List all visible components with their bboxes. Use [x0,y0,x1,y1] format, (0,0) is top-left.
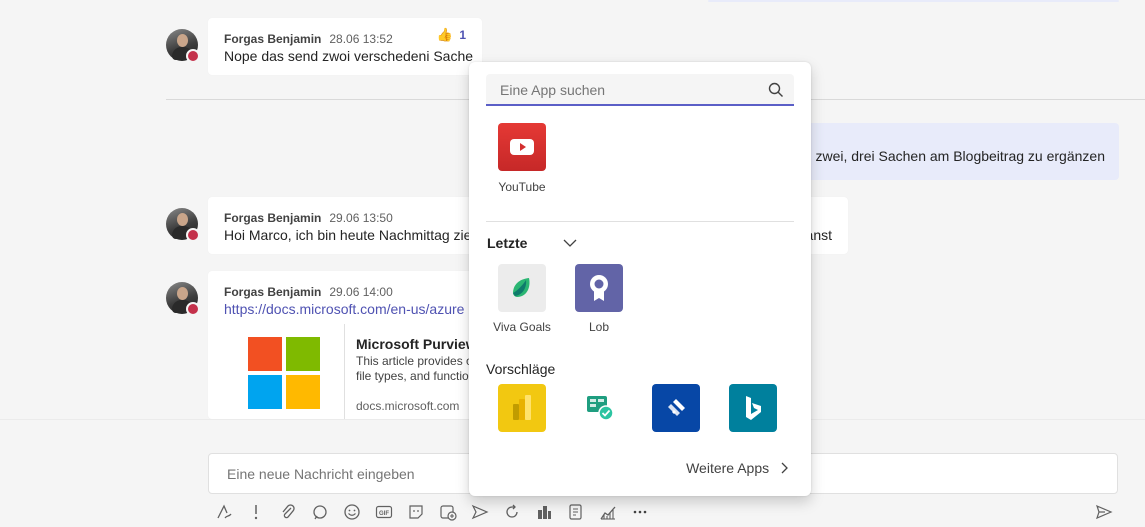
app-thumbs-icon[interactable] [534,503,554,523]
preview-title: Microsoft Purview [356,336,477,352]
approvals-icon[interactable] [575,384,623,432]
notes-icon[interactable] [566,503,586,523]
busy-status-icon [186,302,200,316]
preview-description-1: This article provides o [356,354,473,368]
busy-status-icon [186,228,200,242]
message-time: 29.06 14:00 [329,285,393,299]
message-author: Forgas Benjamin [224,211,322,225]
message-author: Forgas Benjamin [224,285,322,299]
app-picker-popup: YouTube Letzte Viva Goals Lob Vorschläge… [469,62,811,496]
chart-icon[interactable] [598,503,618,523]
message-bubble[interactable]: Forgas Benjamin 28.06 13:52 👍 1 Nope das … [208,18,482,75]
busy-status-icon [186,49,200,63]
app-search-box[interactable] [486,74,794,106]
link-preview-card[interactable]: Microsoft Purview This article provides … [224,324,508,419]
message-author: Forgas Benjamin [224,32,322,46]
reaction[interactable]: 👍 1 [437,27,466,43]
self-message-text: h zwei, drei Sachen am Blogbeitrag zu er… [803,148,1105,164]
preview-description-2: file types, and functio [356,369,469,383]
self-message-top-fragment [708,0,1119,2]
send-icon[interactable] [1094,503,1114,523]
important-icon[interactable] [246,503,266,523]
suggestions-section-title: Vorschläge [486,361,556,377]
send-praise-icon[interactable] [470,503,490,523]
viva-goals-icon[interactable] [498,264,546,312]
microsoft-logo-icon [248,337,320,409]
format-icon[interactable] [214,503,234,523]
message-input[interactable] [225,465,469,483]
preview-domain: docs.microsoft.com [356,399,460,413]
chevron-down-icon[interactable] [563,238,577,248]
svg-text:GIF: GIF [379,511,389,517]
more-apps-link[interactable]: Weitere Apps [686,460,789,476]
recent-section-title[interactable]: Letzte [487,235,577,251]
schedule-meeting-icon[interactable] [438,503,458,523]
avatar[interactable] [166,282,200,316]
message-time: 28.06 13:52 [329,32,393,46]
app-label-youtube: YouTube [498,180,546,194]
app-label-lob: Lob [588,320,610,334]
jira-icon[interactable] [652,384,700,432]
loop-icon[interactable] [310,503,330,523]
thumbs-up-icon: 👍 [436,27,453,42]
sticker-icon[interactable] [406,503,426,523]
gif-icon[interactable]: GIF [374,503,394,523]
popup-divider [486,221,794,222]
message-text: Hoi Marco, ich bin heute Nachmittag zie [224,227,472,243]
message-link[interactable]: https://docs.microsoft.com/en-us/azure [224,301,464,317]
message-time: 29.06 13:50 [329,211,393,225]
message-text: Nope das send zwoi verschedeni Sache [224,48,474,64]
search-icon[interactable] [768,82,784,98]
bing-icon[interactable] [729,384,777,432]
lob-badge-icon[interactable] [575,264,623,312]
chevron-right-icon [781,462,788,474]
attach-icon[interactable] [278,503,298,523]
youtube-icon[interactable] [498,123,546,171]
refresh-icon[interactable] [502,503,522,523]
avatar[interactable] [166,29,200,63]
preview-divider [344,324,345,419]
app-search-input[interactable] [498,81,762,99]
message-bubble[interactable]: Forgas Benjamin 29.06 14:00 https://docs.… [208,271,508,419]
app-label-viva-goals: Viva Goals [493,320,551,334]
emoji-icon[interactable] [342,503,362,523]
power-bi-icon[interactable] [498,384,546,432]
reaction-count: 1 [459,28,466,42]
more-icon[interactable] [630,503,650,523]
avatar[interactable] [166,208,200,242]
